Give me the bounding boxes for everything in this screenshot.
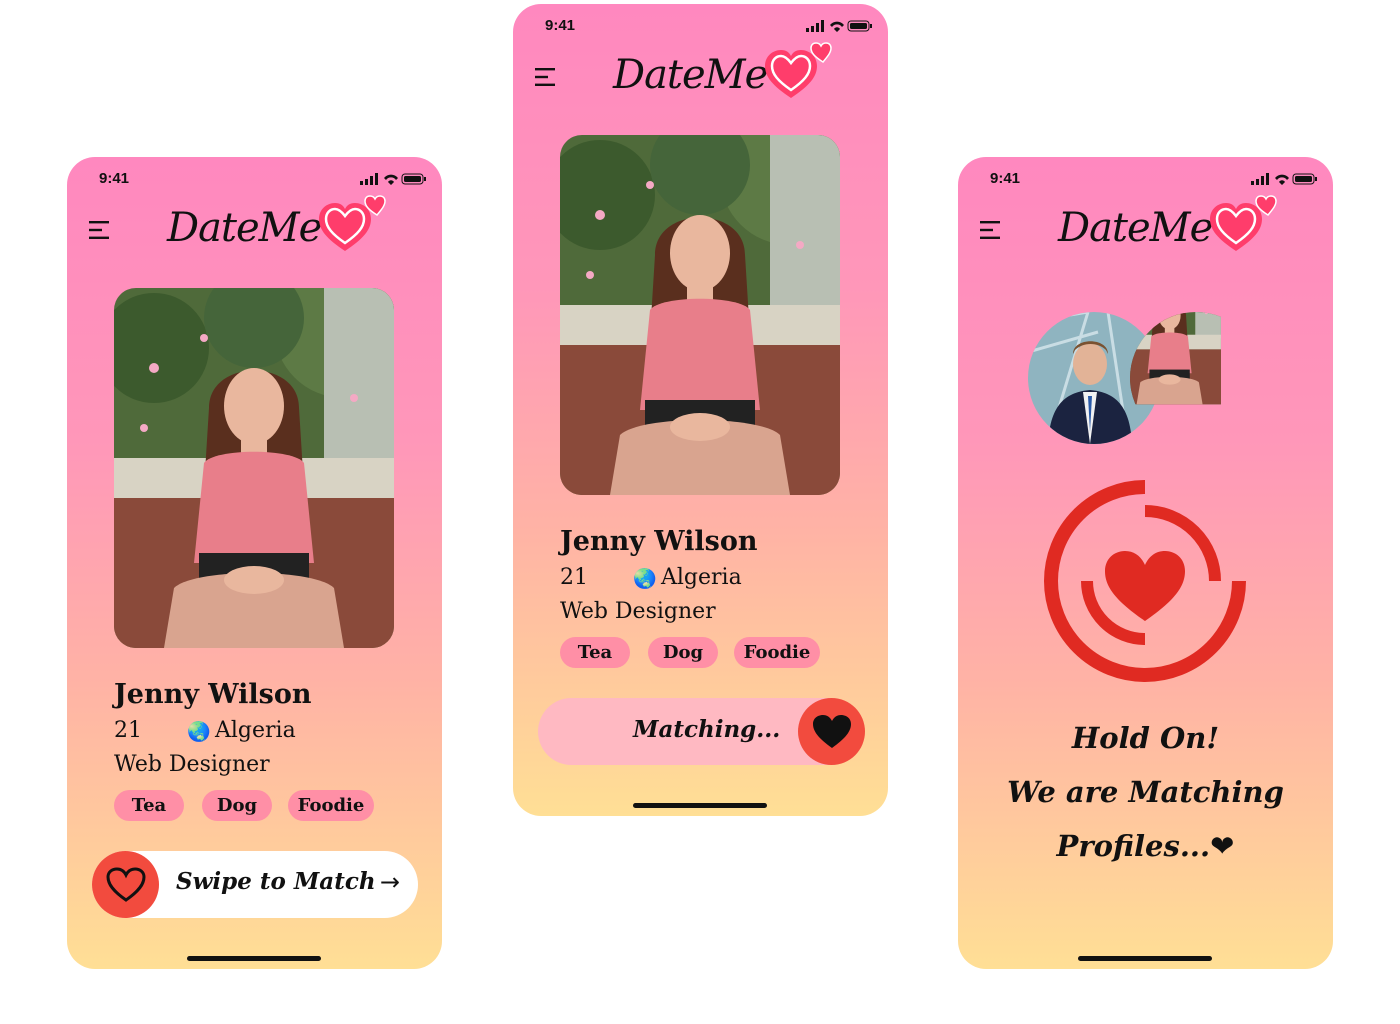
status-time: 9:41 [99, 170, 130, 187]
menu-icon[interactable] [980, 221, 1002, 239]
avatar-female [1130, 312, 1262, 444]
heart-solid-icon [812, 714, 852, 750]
heart-solid-icon: ❤ [1210, 829, 1235, 863]
swipe-to-match-slider[interactable]: Swipe to Match → [92, 851, 418, 918]
status-icons [1251, 173, 1317, 185]
hold-on-line-2: We are Matching [1007, 775, 1284, 809]
logo-heart-icon [317, 195, 389, 255]
home-indicator [633, 803, 767, 808]
tag-tea: Tea [560, 637, 630, 668]
tag-dog: Dog [202, 790, 272, 821]
hold-on-line-3-text: Profiles... [1056, 829, 1211, 863]
matching-label: Matching... [633, 716, 781, 743]
profile-country: Algeria [215, 718, 296, 743]
tag-foodie: Foodie [734, 637, 820, 668]
logo-heart-icon [1208, 195, 1280, 255]
profile-photo[interactable] [560, 135, 840, 495]
profile-photo[interactable] [114, 288, 394, 648]
profile-age: 21 [114, 718, 142, 743]
app-logo: DateMe [167, 205, 322, 251]
swipe-handle[interactable] [92, 851, 159, 918]
profile-name: Jenny Wilson [114, 679, 312, 710]
profile-job: Web Designer [560, 599, 716, 624]
swipe-label: Swipe to Match [176, 868, 376, 895]
match-heart-button[interactable] [798, 698, 865, 765]
matching-spinner-icon [1044, 480, 1246, 682]
screen-matching: 9:41 DateMe Jenny Wilson 21 🌏 Algeria We… [513, 4, 888, 816]
globe-icon: 🌏 [633, 568, 657, 590]
status-time: 9:41 [545, 17, 576, 34]
menu-icon[interactable] [89, 221, 111, 239]
matching-progress-bar[interactable]: Matching... [538, 698, 865, 765]
menu-icon[interactable] [535, 68, 557, 86]
status-icons [360, 173, 426, 185]
arrow-right-icon: → [379, 868, 400, 896]
home-indicator [187, 956, 321, 961]
profile-name: Jenny Wilson [560, 526, 758, 557]
hold-on-line-3: Profiles...❤ [958, 829, 1333, 863]
tag-dog: Dog [648, 637, 718, 668]
screen-hold-on: 9:41 DateMe Hold On! We are Matching Pro… [958, 157, 1333, 969]
logo-heart-icon [763, 42, 835, 102]
app-logo: DateMe [1058, 205, 1213, 251]
profile-job: Web Designer [114, 752, 270, 777]
heart-outline-icon [106, 867, 146, 903]
profile-country: Algeria [661, 565, 742, 590]
app-logo: DateMe [613, 52, 768, 98]
globe-icon: 🌏 [187, 721, 211, 743]
status-icons [806, 20, 872, 32]
tag-tea: Tea [114, 790, 184, 821]
profile-age: 21 [560, 565, 588, 590]
screen-swipe: 9:41 DateMe Jenny Wilson 21 🌏 Algeria We… [67, 157, 442, 969]
home-indicator [1078, 956, 1212, 961]
tag-foodie: Foodie [288, 790, 374, 821]
status-time: 9:41 [990, 170, 1021, 187]
hold-on-line-1: Hold On! [1071, 721, 1220, 755]
